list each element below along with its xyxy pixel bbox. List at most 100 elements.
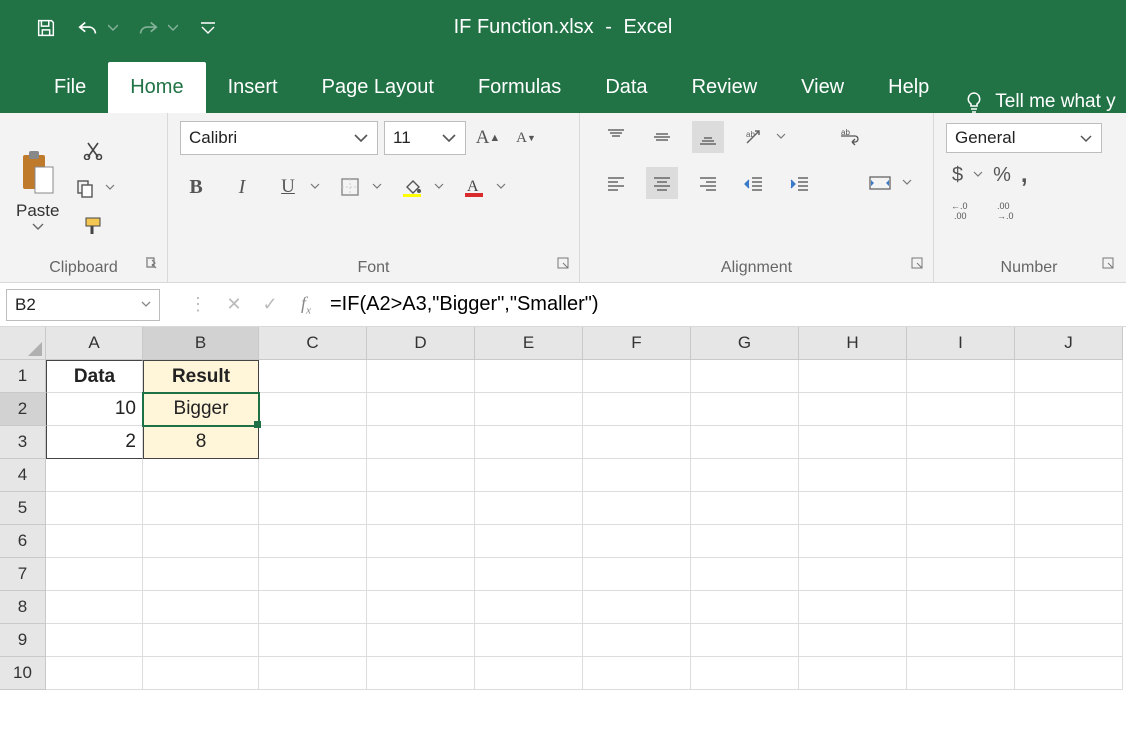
- cell[interactable]: [367, 360, 475, 393]
- cell[interactable]: [475, 393, 583, 426]
- align-top-button[interactable]: [600, 121, 632, 153]
- align-left-button[interactable]: [600, 167, 632, 199]
- decrease-decimal-button[interactable]: .00→.0: [996, 197, 1024, 223]
- cell[interactable]: [143, 492, 259, 525]
- cell[interactable]: [583, 492, 691, 525]
- cell[interactable]: [367, 459, 475, 492]
- chevron-down-icon[interactable]: [372, 183, 382, 191]
- cell[interactable]: [907, 657, 1015, 690]
- cell[interactable]: [259, 360, 367, 393]
- cell[interactable]: [1015, 459, 1123, 492]
- cell[interactable]: [1015, 591, 1123, 624]
- chevron-down-icon[interactable]: [973, 171, 983, 179]
- cell[interactable]: [259, 426, 367, 459]
- row-header[interactable]: 4: [0, 459, 46, 492]
- currency-button[interactable]: $: [952, 164, 963, 187]
- cell[interactable]: [907, 459, 1015, 492]
- cell[interactable]: [1015, 360, 1123, 393]
- cell[interactable]: [475, 657, 583, 690]
- cell[interactable]: [143, 591, 259, 624]
- increase-decimal-button[interactable]: ←.0.00: [950, 197, 978, 223]
- cell[interactable]: [143, 624, 259, 657]
- cell[interactable]: [583, 525, 691, 558]
- decrease-font-button[interactable]: A▼: [510, 122, 542, 154]
- cell-A1[interactable]: Data: [46, 360, 143, 393]
- cell-B3[interactable]: 8: [143, 426, 259, 459]
- cell[interactable]: [259, 393, 367, 426]
- borders-button[interactable]: [334, 171, 366, 203]
- cut-button[interactable]: [79, 137, 107, 163]
- select-all-corner[interactable]: [0, 327, 46, 360]
- row-header[interactable]: 8: [0, 591, 46, 624]
- cell[interactable]: [799, 591, 907, 624]
- cell[interactable]: [691, 525, 799, 558]
- col-header[interactable]: G: [691, 327, 799, 360]
- cell[interactable]: [691, 624, 799, 657]
- font-color-button[interactable]: A: [458, 171, 490, 203]
- paste-button[interactable]: Paste: [12, 145, 63, 231]
- number-launcher[interactable]: [1102, 257, 1116, 271]
- cell[interactable]: [907, 591, 1015, 624]
- decrease-indent-button[interactable]: [738, 167, 770, 199]
- tab-data[interactable]: Data: [583, 62, 669, 113]
- cell-A2[interactable]: 10: [46, 393, 143, 426]
- cell[interactable]: [143, 657, 259, 690]
- cell[interactable]: [691, 426, 799, 459]
- cell[interactable]: [475, 525, 583, 558]
- cell[interactable]: [475, 360, 583, 393]
- cancel-formula-button[interactable]: ✕: [216, 289, 252, 321]
- cell[interactable]: [691, 657, 799, 690]
- number-format-select[interactable]: General: [946, 123, 1102, 153]
- enter-formula-button[interactable]: ✓: [252, 289, 288, 321]
- align-middle-button[interactable]: [646, 121, 678, 153]
- cell[interactable]: [475, 459, 583, 492]
- cell[interactable]: [907, 426, 1015, 459]
- col-header[interactable]: H: [799, 327, 907, 360]
- col-header[interactable]: E: [475, 327, 583, 360]
- col-header[interactable]: B: [143, 327, 259, 360]
- alignment-launcher[interactable]: [911, 257, 925, 271]
- save-button[interactable]: [34, 16, 58, 40]
- cell[interactable]: [583, 657, 691, 690]
- cell[interactable]: [1015, 393, 1123, 426]
- dots-button[interactable]: ⋮: [180, 289, 216, 321]
- cell[interactable]: [143, 525, 259, 558]
- col-header[interactable]: F: [583, 327, 691, 360]
- cell-B2[interactable]: Bigger: [143, 393, 259, 426]
- cell[interactable]: [259, 525, 367, 558]
- cell[interactable]: [367, 624, 475, 657]
- cell[interactable]: [691, 591, 799, 624]
- cell[interactable]: [46, 459, 143, 492]
- row-header[interactable]: 1: [0, 360, 46, 393]
- cell[interactable]: [907, 525, 1015, 558]
- chevron-down-icon[interactable]: [310, 183, 320, 191]
- comma-style-button[interactable]: ,: [1021, 161, 1028, 189]
- cell[interactable]: [799, 558, 907, 591]
- cell[interactable]: [367, 591, 475, 624]
- row-header[interactable]: 6: [0, 525, 46, 558]
- insert-function-button[interactable]: fx: [288, 289, 324, 321]
- cell[interactable]: [143, 558, 259, 591]
- cell[interactable]: [799, 459, 907, 492]
- cell[interactable]: [475, 426, 583, 459]
- row-header[interactable]: 7: [0, 558, 46, 591]
- cell-B1[interactable]: Result: [143, 360, 259, 393]
- cell[interactable]: [583, 426, 691, 459]
- tab-help[interactable]: Help: [866, 62, 951, 113]
- increase-font-button[interactable]: A▲: [472, 122, 504, 154]
- cell[interactable]: [691, 558, 799, 591]
- font-name-select[interactable]: Calibri: [180, 121, 378, 155]
- undo-caret-icon[interactable]: [108, 23, 118, 33]
- cell[interactable]: [367, 492, 475, 525]
- redo-caret-icon[interactable]: [168, 23, 178, 33]
- cell[interactable]: [46, 558, 143, 591]
- tab-view[interactable]: View: [779, 62, 866, 113]
- cell[interactable]: [799, 624, 907, 657]
- percent-button[interactable]: %: [993, 164, 1011, 187]
- cell[interactable]: [259, 657, 367, 690]
- font-launcher[interactable]: [557, 257, 571, 271]
- undo-button[interactable]: [76, 16, 100, 40]
- cell[interactable]: [259, 492, 367, 525]
- row-header[interactable]: 10: [0, 657, 46, 690]
- col-header[interactable]: C: [259, 327, 367, 360]
